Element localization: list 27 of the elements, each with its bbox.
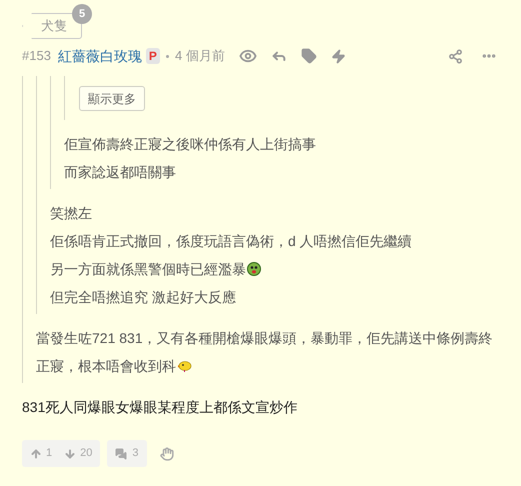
post-number: #153 xyxy=(22,47,51,66)
sick-face-icon xyxy=(247,262,261,276)
quote-text: 佢宣佈壽終正寢之後咪仲係有人上街搞事 xyxy=(64,135,317,154)
downvote-count: 20 xyxy=(80,446,92,462)
upvote-icon[interactable] xyxy=(30,448,42,460)
count-badge: 5 xyxy=(72,4,92,24)
bolt-icon[interactable] xyxy=(330,48,346,64)
hand-icon[interactable] xyxy=(160,446,174,460)
reply-count: 3 xyxy=(132,446,138,462)
tag-icon[interactable] xyxy=(300,48,317,64)
post-body: 831死人同爆眼女爆眼某程度上都係文宣炒作 xyxy=(22,398,298,417)
quote-text: 笑撚左 xyxy=(50,204,93,223)
share-icon[interactable] xyxy=(448,48,463,64)
upvote-count: 1 xyxy=(46,446,52,462)
view-icon[interactable] xyxy=(238,47,257,65)
chick-icon xyxy=(177,360,193,372)
downvote-icon[interactable] xyxy=(64,448,76,460)
author-link[interactable]: 紅薔薇白玫瑰 xyxy=(58,46,142,66)
quote-text: 另一方面就係黑警個時已經濫暴 xyxy=(50,255,499,283)
user-badge: P xyxy=(146,48,160,64)
quote-text: 而家諗返都唔關事 xyxy=(64,163,177,182)
quote-text: 但完全唔撚追究 激起好大反應 xyxy=(50,288,237,307)
post-time: 4 個月前 xyxy=(174,47,225,66)
quote-text: 當發生咗721 831，又有各種開槍爆眼爆頭，暴動罪，佢先講送中條例壽終正寢，根本唔會收到科 xyxy=(36,329,494,376)
comments-icon xyxy=(115,448,128,460)
quote-text: 佢係唔肯正式撤回，係度玩語言偽術，d 人唔撚信佢先繼續 xyxy=(50,232,413,251)
show-more-button[interactable]: 顯示更多 xyxy=(79,86,145,111)
